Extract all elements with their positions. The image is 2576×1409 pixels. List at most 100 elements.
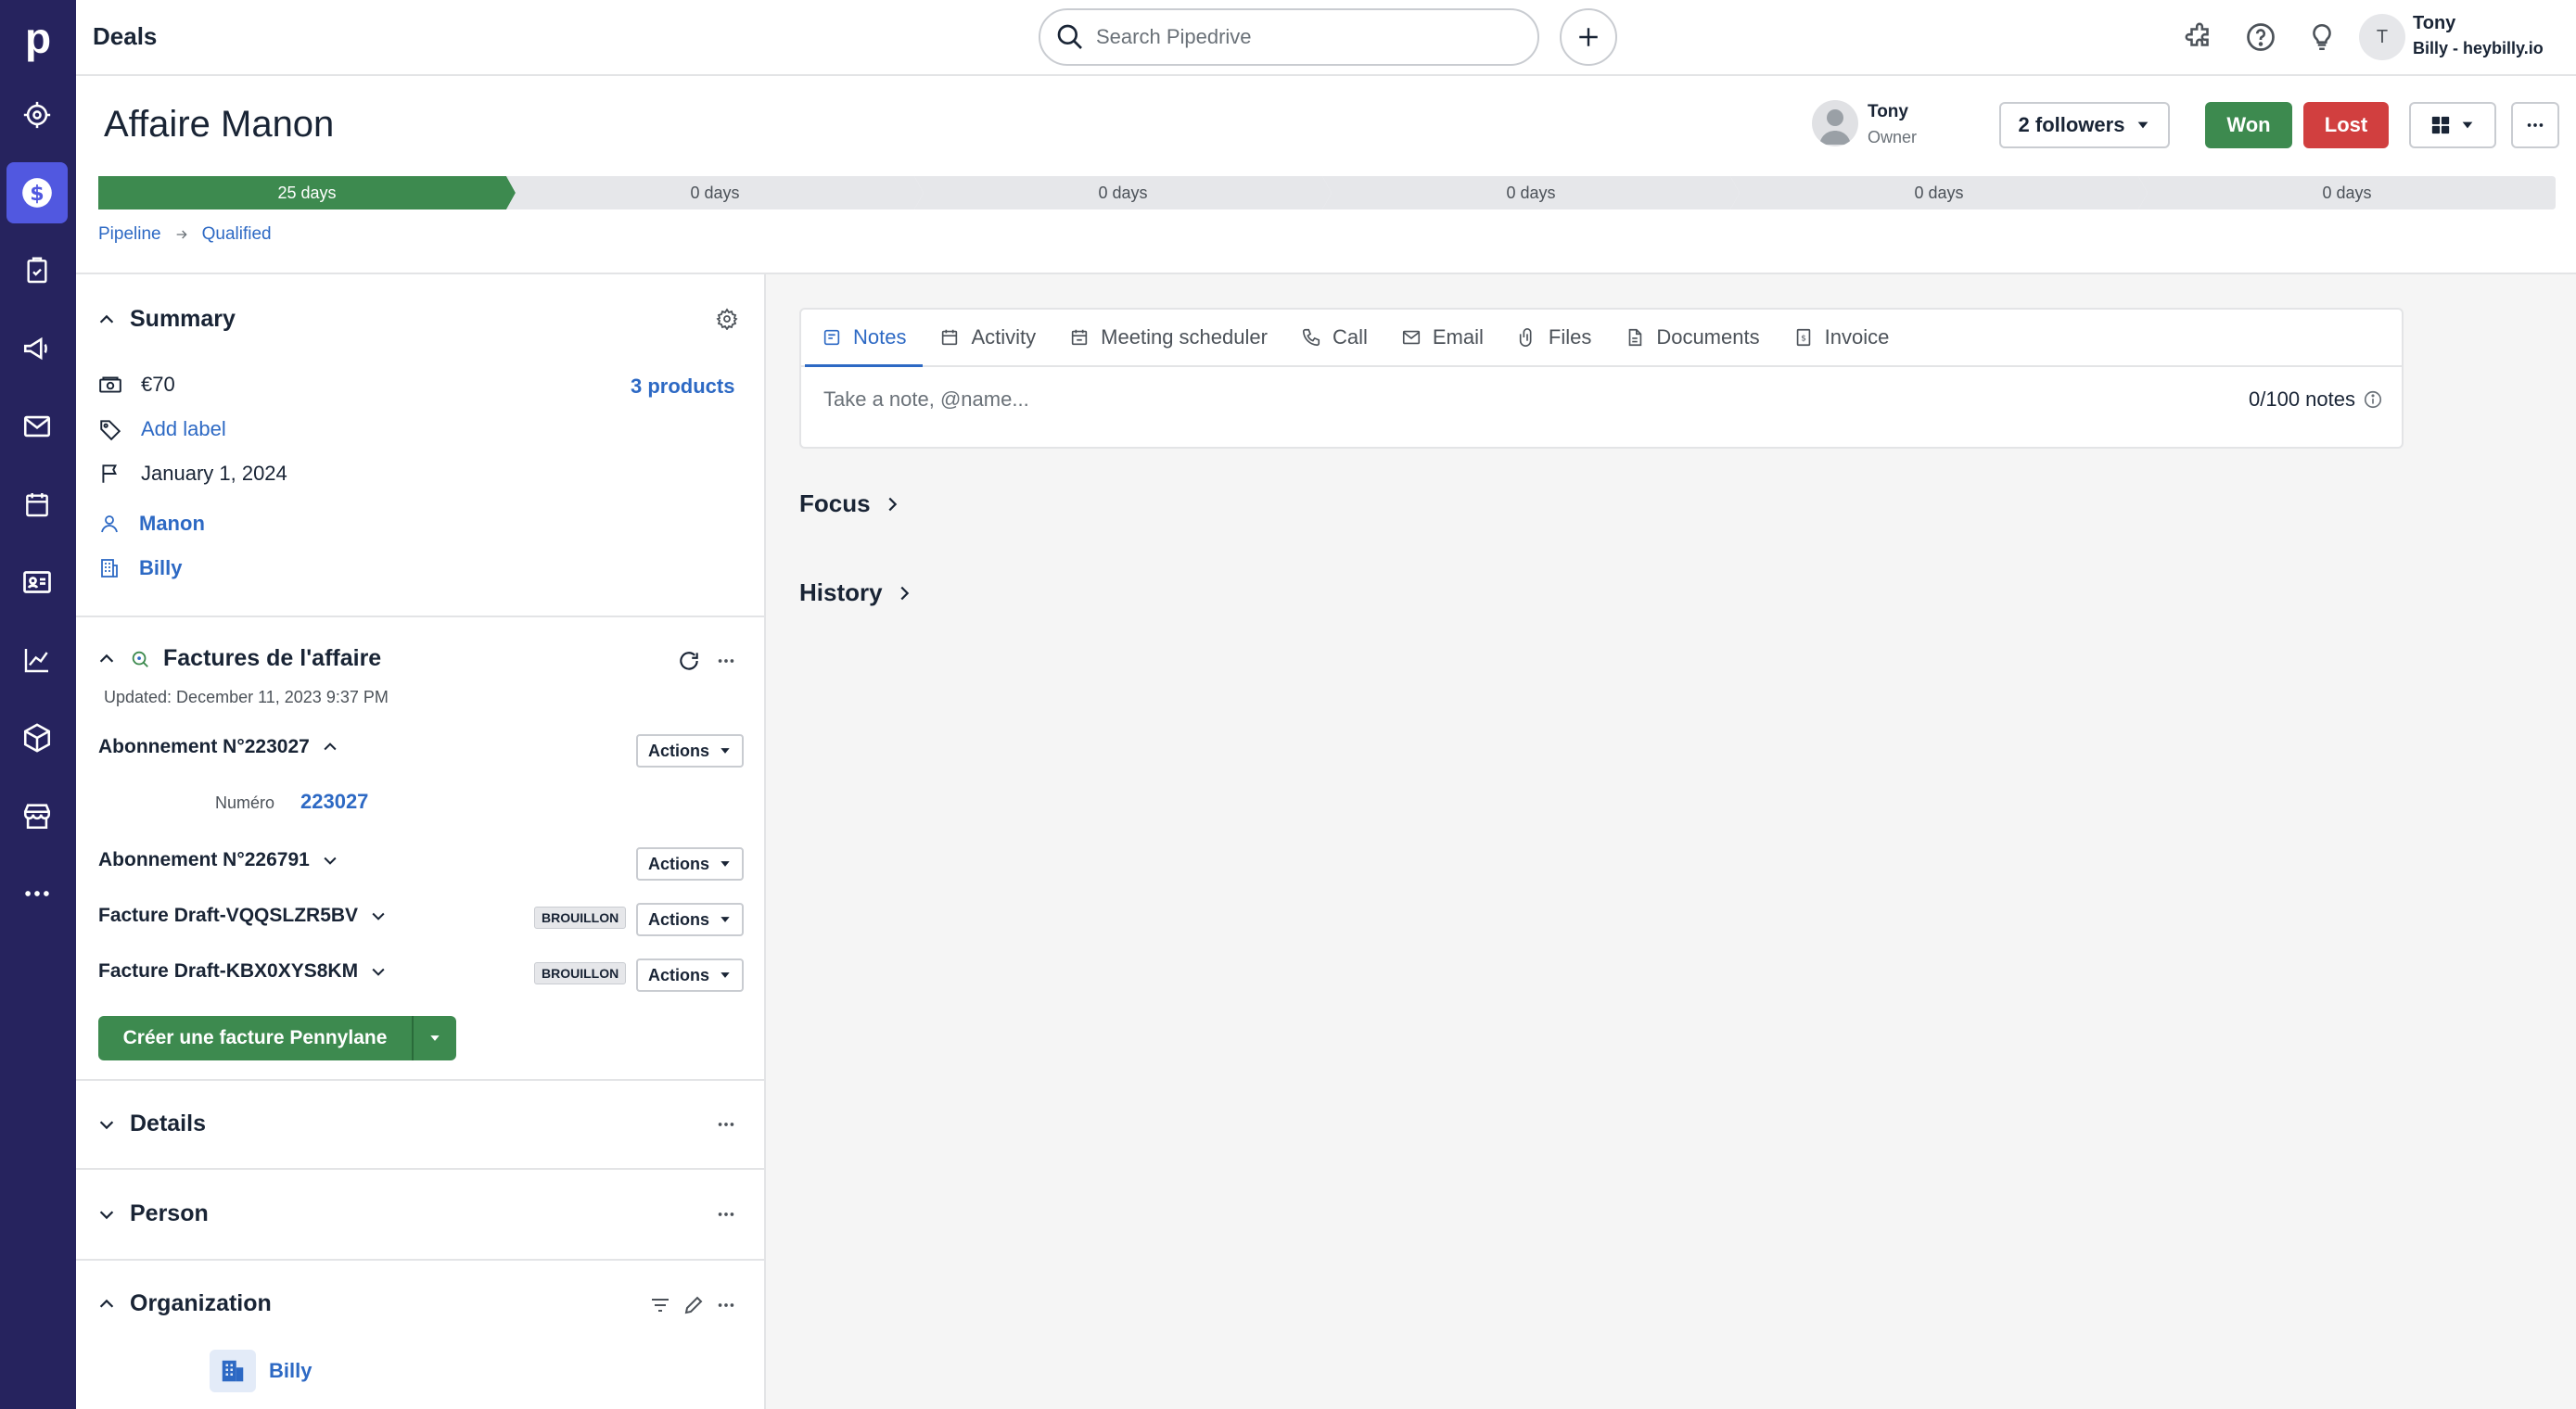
facture-item-2[interactable]: Abonnement N°226791 [98,849,339,871]
organization-section: Organization Billy [76,1261,766,1409]
tab-meeting-scheduler[interactable]: Meeting scheduler [1052,310,1284,365]
nav-contacts[interactable] [6,552,68,613]
facture-actions-button[interactable]: Actions [636,847,744,881]
deal-title[interactable]: Affaire Manon [104,104,334,146]
more-horizontal-icon[interactable] [716,1295,736,1315]
quick-add-button[interactable] [1560,8,1617,66]
stage-1[interactable]: 25 days [98,176,516,209]
gear-icon[interactable] [716,308,738,330]
create-invoice-button[interactable]: Créer une facture Pennylane [98,1016,456,1060]
nav-projects[interactable] [6,240,68,301]
facture-actions-button[interactable]: Actions [636,903,744,936]
search-input[interactable] [1096,25,1486,49]
search-box[interactable] [1039,8,1539,66]
organization-header[interactable]: Organization [96,1290,272,1317]
history-header[interactable]: History [799,578,914,607]
view-toggle-button[interactable] [2409,102,2496,148]
paperclip-icon [1519,328,1532,347]
products-link[interactable]: 3 products [631,374,734,399]
tab-notes[interactable]: Notes [805,310,924,367]
stage-5[interactable]: 0 days [1730,176,2148,209]
nav-mail[interactable] [6,396,68,457]
add-label-link[interactable]: Add label [141,417,226,441]
deal-value[interactable]: €70 [141,373,175,397]
person-header[interactable]: Person [96,1200,209,1227]
filter-icon[interactable] [649,1294,671,1316]
more-horizontal-icon [25,891,49,896]
tab-label: Invoice [1824,325,1890,349]
target-icon [23,101,51,129]
refresh-icon[interactable] [677,649,701,673]
summary-section: Summary €70 3 products Add label January… [76,274,766,617]
nav-insights[interactable] [6,629,68,691]
note-input[interactable] [823,387,2029,412]
nav-marketplace[interactable] [6,785,68,846]
pencil-icon[interactable] [682,1294,705,1316]
status-badge: BROUILLON [534,962,627,984]
person-silhouette-icon [1819,109,1851,145]
organization-name[interactable]: Billy [269,1359,312,1383]
stage-4[interactable]: 0 days [1322,176,1740,209]
breadcrumb-stage[interactable]: Qualified [202,224,272,245]
user-name[interactable]: Tony [2413,13,2455,34]
more-horizontal-icon[interactable] [716,1114,736,1135]
user-avatar[interactable]: T [2359,14,2405,60]
facture-name: Facture Draft-VQQSLZR5BV [98,905,359,926]
store-icon [23,804,51,830]
facture-item-4[interactable]: Facture Draft-KBX0XYS8KM [98,960,388,983]
owner-name[interactable]: Tony [1868,102,1908,122]
tab-files[interactable]: Files [1500,310,1608,365]
tab-call[interactable]: Call [1284,310,1384,365]
note-composer: Notes Activity Meeting scheduler Call Em… [799,308,2404,449]
tab-invoice[interactable]: $ Invoice [1777,310,1906,365]
breadcrumb-pipeline[interactable]: Pipeline [98,224,161,245]
top-bar: Deals T Tony Billy - heybilly.io [76,0,2576,76]
tab-documents[interactable]: Documents [1608,310,1776,365]
followers-button[interactable]: 2 followers [1999,102,2170,148]
stage-3[interactable]: 0 days [914,176,1332,209]
factures-header[interactable]: Factures de l'affaire [96,645,381,672]
nav-leads[interactable] [6,84,68,146]
tab-label: Call [1332,325,1368,349]
create-invoice-label[interactable]: Créer une facture Pennylane [98,1016,414,1060]
nav-more[interactable] [6,863,68,924]
svg-text:$: $ [1801,334,1806,344]
owner-role: Owner [1868,128,1918,146]
focus-header[interactable]: Focus [799,489,902,518]
tab-activity[interactable]: Activity [923,310,1052,365]
user-company[interactable]: Billy - heybilly.io [2413,39,2544,58]
pipedrive-logo[interactable]: p [0,0,76,76]
nav-products[interactable] [6,707,68,768]
more-horizontal-icon[interactable] [716,1204,736,1225]
expected-close-date[interactable]: January 1, 2024 [141,462,287,486]
stage-label: 0 days [2322,183,2372,202]
stage-label: 25 days [277,183,337,202]
numero-value[interactable]: 223027 [300,790,368,814]
help-button[interactable] [2242,19,2279,56]
breadcrumb: Pipeline Qualified [98,224,272,245]
nav-campaigns[interactable] [6,318,68,379]
nav-deals[interactable]: $ [6,162,68,223]
facture-actions-button[interactable]: Actions [636,734,744,768]
owner-avatar[interactable] [1812,100,1858,146]
create-invoice-dropdown[interactable] [414,1016,456,1060]
tips-button[interactable] [2303,19,2340,56]
info-icon[interactable] [2363,389,2383,410]
more-horizontal-icon[interactable] [716,651,736,671]
person-link[interactable]: Manon [139,512,205,536]
stage-6[interactable]: 0 days [2138,176,2556,209]
details-header[interactable]: Details [96,1111,206,1137]
deal-more-button[interactable] [2511,102,2559,148]
lost-button[interactable]: Lost [2303,102,2389,148]
nav-activities[interactable] [6,474,68,535]
stage-2[interactable]: 0 days [506,176,924,209]
facture-item-1[interactable]: Abonnement N°223027 [98,736,339,758]
tab-email[interactable]: Email [1384,310,1500,365]
extensions-button[interactable] [2181,19,2218,56]
facture-item-3[interactable]: Facture Draft-VQQSLZR5BV [98,905,388,927]
pipeline-stages: 25 days 0 days 0 days 0 days 0 days 0 da… [98,176,2556,209]
org-link[interactable]: Billy [139,556,182,580]
summary-header[interactable]: Summary [96,306,236,333]
facture-actions-button[interactable]: Actions [636,958,744,992]
won-button[interactable]: Won [2205,102,2292,148]
